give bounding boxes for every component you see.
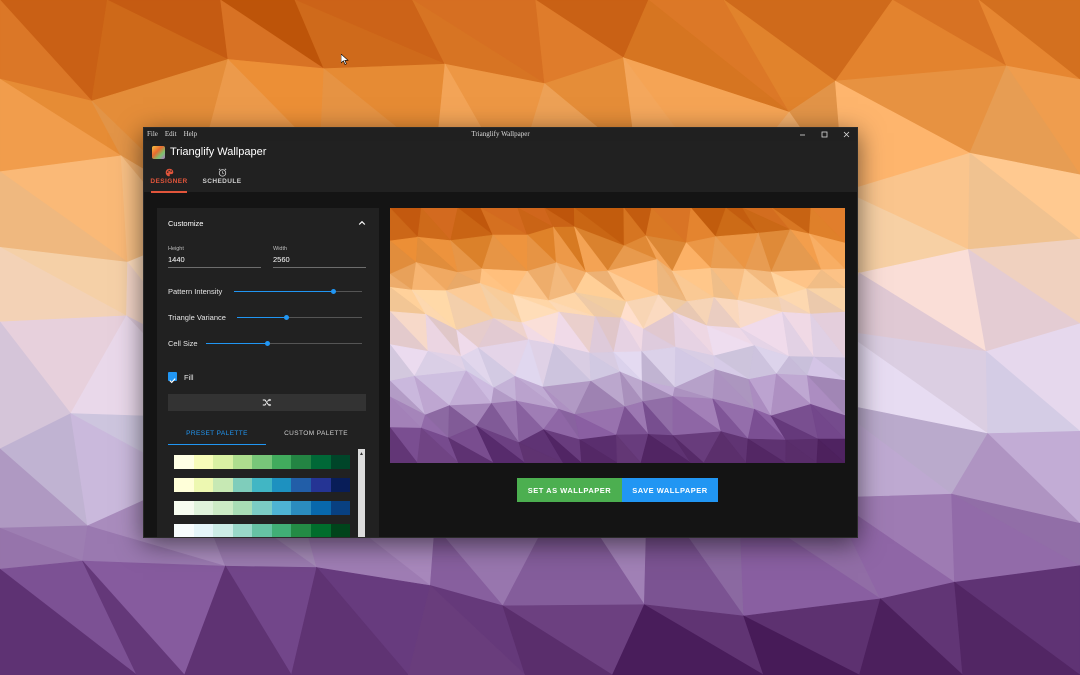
palette-swatch xyxy=(174,501,194,515)
palette-swatch xyxy=(252,501,272,515)
palette-swatch xyxy=(330,455,351,469)
cell-size-label: Cell Size xyxy=(168,339,198,348)
app-window: File Edit Help Trianglify Wallpaper Tria… xyxy=(143,127,858,538)
window-titlebar: File Edit Help Trianglify Wallpaper xyxy=(144,128,857,141)
palette-list xyxy=(174,455,354,537)
palette-swatch xyxy=(310,478,331,492)
height-underline xyxy=(168,267,261,268)
palette-swatch xyxy=(193,478,214,492)
minimize-icon xyxy=(799,134,805,136)
palette-swatch xyxy=(310,524,331,537)
palette-swatch xyxy=(232,455,253,469)
maximize-icon xyxy=(821,131,827,138)
palette-swatch xyxy=(291,524,311,537)
shuffle-icon xyxy=(262,398,272,407)
cell-size-thumb[interactable] xyxy=(264,341,270,346)
palette-swatch xyxy=(174,478,194,492)
width-label: Width xyxy=(273,246,288,252)
palette-swatch xyxy=(330,501,351,515)
pattern-intensity-thumb[interactable] xyxy=(330,289,336,294)
height-field[interactable]: 1440 xyxy=(168,255,185,264)
width-field[interactable]: 2560 xyxy=(273,255,290,264)
tab-schedule[interactable]: SCHEDULE xyxy=(200,168,244,185)
app-logo-icon xyxy=(152,146,165,159)
tab-designer-label: DESIGNER xyxy=(150,178,188,185)
palette-swatch xyxy=(213,524,233,537)
close-button[interactable] xyxy=(835,128,857,141)
close-icon xyxy=(843,131,849,138)
maximize-button[interactable] xyxy=(813,128,835,141)
palette-swatch xyxy=(291,501,311,515)
save-wallpaper-button[interactable]: SAVE WALLPAPER xyxy=(622,478,718,502)
palette-swatch xyxy=(174,455,194,469)
triangle-variance-label: Triangle Variance xyxy=(168,313,226,322)
palette-swatch xyxy=(271,524,292,537)
tab-schedule-label: SCHEDULE xyxy=(202,178,242,185)
alarm-clock-icon xyxy=(218,168,226,177)
height-label: Height xyxy=(168,246,184,252)
palette-swatch xyxy=(193,524,214,537)
triangle-variance-slider[interactable] xyxy=(237,315,362,320)
scroll-up-icon[interactable]: ▲ xyxy=(359,451,364,457)
palette-swatch xyxy=(330,524,351,537)
shuffle-button[interactable] xyxy=(168,394,366,411)
fill-checkbox[interactable] xyxy=(168,372,177,384)
palette-swatch xyxy=(291,455,311,469)
tab-designer[interactable]: DESIGNER xyxy=(149,168,189,193)
palette-row[interactable] xyxy=(174,455,351,469)
palette-swatch xyxy=(232,501,253,515)
pattern-intensity-label: Pattern Intensity xyxy=(168,287,223,296)
chevron-up-icon[interactable] xyxy=(358,219,366,227)
palette-row[interactable] xyxy=(174,524,351,537)
palette-swatch xyxy=(310,455,331,469)
fill-label: Fill xyxy=(184,373,194,382)
tab-custom-palette[interactable]: CUSTOM PALETTE xyxy=(272,430,360,437)
width-underline xyxy=(273,267,366,268)
window-title: Trianglify Wallpaper xyxy=(471,130,530,138)
palette-swatch xyxy=(291,478,311,492)
app-header: Trianglify Wallpaper DESIGNER SCHEDULE xyxy=(144,141,857,193)
palette-row[interactable] xyxy=(174,478,351,492)
cell-size-slider[interactable] xyxy=(206,341,362,346)
palette-swatch xyxy=(232,478,253,492)
mouse-cursor-icon xyxy=(341,54,349,65)
palette-swatch xyxy=(271,478,292,492)
pattern-intensity-slider[interactable] xyxy=(234,289,362,294)
palette-row[interactable] xyxy=(174,501,351,515)
palette-swatch xyxy=(213,501,233,515)
palette-swatch xyxy=(252,455,272,469)
palette-swatch xyxy=(232,524,253,537)
tab-preset-palette[interactable]: PRESET PALETTE xyxy=(168,430,266,445)
palette-icon xyxy=(165,168,173,177)
minimize-button[interactable] xyxy=(791,128,813,141)
palette-swatch xyxy=(252,524,272,537)
customize-title: Customize xyxy=(168,219,204,228)
wallpaper-preview xyxy=(390,208,845,463)
palette-swatch xyxy=(271,501,292,515)
palette-swatch xyxy=(193,501,214,515)
set-as-wallpaper-button[interactable]: SET AS WALLPAPER xyxy=(517,478,622,502)
palette-swatch xyxy=(213,455,233,469)
palette-swatch xyxy=(174,524,194,537)
triangle-variance-thumb[interactable] xyxy=(283,315,289,320)
palette-swatch xyxy=(193,455,214,469)
check-icon xyxy=(169,378,176,384)
palette-swatch xyxy=(213,478,233,492)
palette-swatch xyxy=(271,455,292,469)
palette-swatch xyxy=(252,478,272,492)
app-title: Trianglify Wallpaper xyxy=(170,146,267,158)
palette-scrollbar[interactable]: ▲ xyxy=(358,449,365,537)
palette-swatch xyxy=(330,478,351,492)
customize-panel: Customize Height 1440 Width 2560 Pattern… xyxy=(157,208,379,537)
palette-swatch xyxy=(310,501,331,515)
